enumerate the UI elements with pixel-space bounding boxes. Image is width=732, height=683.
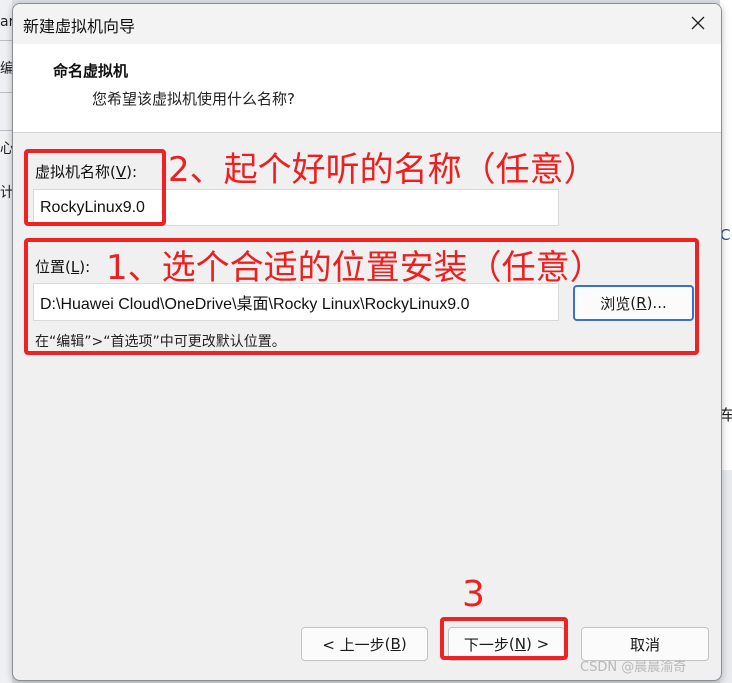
wizard-header: 命名虚拟机 您希望该虚拟机使用什么名称? [13, 44, 721, 133]
annotation-step3: 3 [462, 574, 485, 615]
back-button[interactable]: < 上一步(B) [301, 627, 428, 661]
page-subtitle: 您希望该虚拟机使用什么名称? [92, 90, 295, 108]
annotation-box-name [24, 149, 166, 226]
background-window-left: ar 编 心 计 [0, 0, 14, 683]
watermark: CSDN @晨晨渝奇 [580, 660, 687, 675]
title-bar: 新建虚拟机向导 [13, 4, 721, 44]
page-title: 命名虚拟机 [53, 62, 129, 80]
annotation-step1: 1、选个合适的位置安装（任意） [106, 248, 604, 288]
close-icon [691, 16, 705, 30]
window-title: 新建虚拟机向导 [23, 17, 136, 36]
annotation-step2: 2、起个好听的名称（任意） [168, 150, 598, 190]
close-button[interactable] [675, 4, 721, 42]
annotation-box-next [440, 617, 568, 660]
